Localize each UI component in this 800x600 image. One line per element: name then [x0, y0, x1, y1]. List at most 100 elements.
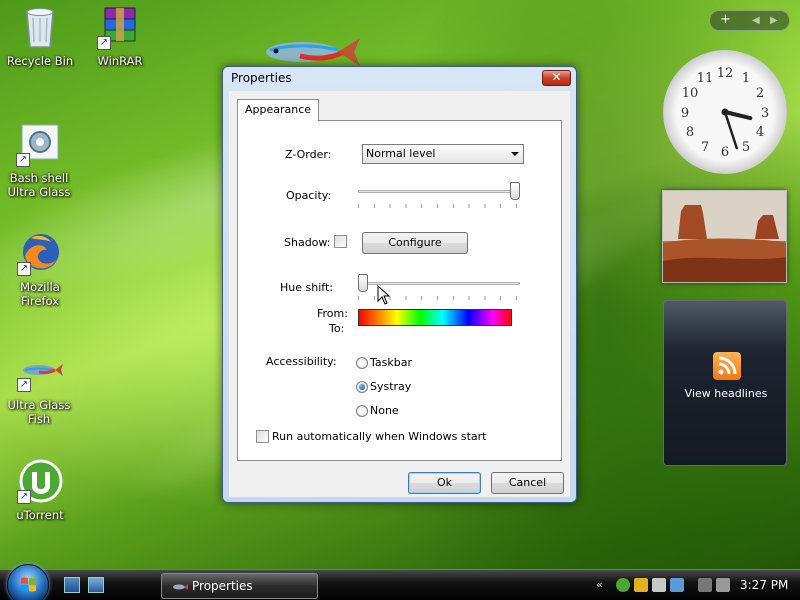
- rss-feed-icon: [713, 352, 741, 380]
- clock-face: 12 12 345 678 91011: [681, 66, 769, 160]
- fish-icon: [173, 584, 188, 590]
- svg-text:7: 7: [701, 140, 709, 155]
- ok-button[interactable]: Ok: [408, 472, 481, 494]
- zorder-label: Z-Order:: [285, 148, 332, 161]
- chevron-down-icon: [511, 152, 519, 156]
- clock-time[interactable]: 3:27 PM: [740, 578, 788, 592]
- autorun-checkbox[interactable]: [256, 430, 269, 443]
- svg-text:4: 4: [756, 125, 764, 140]
- show-desktop-icon[interactable]: [64, 577, 80, 593]
- svg-text:9: 9: [681, 106, 689, 121]
- desktop-icon-label: Mozilla Firefox: [20, 280, 60, 308]
- svg-text:8: 8: [686, 125, 694, 140]
- desktop-icon-bash-shell[interactable]: ↗ Bash shell Ultra Glass: [0, 121, 78, 199]
- feed-headlines-gadget[interactable]: View headlines: [663, 300, 787, 466]
- opacity-label: Opacity:: [286, 189, 332, 202]
- utorrent-tray-icon[interactable]: [616, 578, 630, 592]
- clock-hour-hand: [723, 110, 753, 121]
- svg-text:5: 5: [742, 140, 750, 155]
- shortcut-arrow-icon: ↗: [17, 378, 31, 392]
- radio-taskbar[interactable]: [356, 357, 368, 369]
- volume-muted-icon[interactable]: [716, 578, 730, 592]
- taskbar-button-properties[interactable]: Properties: [161, 573, 318, 599]
- from-label: From:: [317, 307, 348, 320]
- desktop-icon-recycle-bin[interactable]: Recycle Bin: [0, 4, 80, 68]
- appearance-panel: Z-Order: Normal level Opacity: Shadow: C…: [237, 120, 562, 461]
- shadow-label: Shadow:: [284, 236, 331, 249]
- properties-dialog: Properties ✕ Appearance Z-Order: Normal …: [222, 66, 577, 503]
- mouse-cursor-icon: [377, 285, 391, 305]
- ultra-glass-fish-widget[interactable]: [262, 34, 362, 70]
- tab-appearance[interactable]: Appearance: [237, 99, 320, 121]
- zorder-select[interactable]: Normal level: [362, 144, 524, 164]
- autorun-label: Run automatically when Windows start: [272, 430, 487, 443]
- fish-tray-icon[interactable]: [652, 578, 666, 592]
- close-button[interactable]: ✕: [542, 70, 571, 86]
- svg-text:10: 10: [682, 86, 699, 101]
- svg-text:2: 2: [756, 86, 764, 101]
- desktop-icon-label: WinRAR: [97, 54, 143, 68]
- shortcut-arrow-icon: ↗: [17, 490, 31, 504]
- fish-icon: ↗: [17, 358, 63, 404]
- hue-gradient-preview: [358, 309, 512, 326]
- system-tray: « 3:27 PM: [590, 570, 800, 600]
- dialog-client-area: Appearance Z-Order: Normal level Opacity…: [229, 91, 570, 497]
- from-gradient: [359, 310, 511, 318]
- cancel-button[interactable]: Cancel: [491, 472, 564, 494]
- add-gadget-icon[interactable]: +: [720, 12, 731, 27]
- taskbar-button-label: Properties: [192, 579, 253, 593]
- accessibility-label: Accessibility:: [266, 355, 337, 368]
- clock-minute-hand: [723, 110, 738, 150]
- to-gradient: [359, 317, 511, 325]
- clock-gadget[interactable]: 12 1 2 345 678 9 10 11: [663, 50, 787, 174]
- desktop-icon-label: Bash shell Ultra Glass: [7, 171, 71, 199]
- shortcut-arrow-icon: ↗: [17, 262, 31, 276]
- dialog-title: Properties: [231, 71, 292, 85]
- radio-systray-label: Systray: [370, 380, 412, 393]
- start-button[interactable]: [7, 564, 49, 600]
- radio-systray[interactable]: [356, 381, 368, 393]
- switch-windows-icon[interactable]: [88, 577, 104, 593]
- svg-text:12: 12: [717, 66, 734, 81]
- utorrent-icon: ↗: [17, 458, 63, 504]
- hue-shift-label: Hue shift:: [280, 281, 333, 294]
- configure-button[interactable]: Configure: [362, 232, 468, 254]
- bash-shell-icon: ↗: [16, 121, 62, 167]
- next-page-icon[interactable]: ▶: [770, 15, 778, 26]
- desktop-icon-firefox[interactable]: ↗ Mozilla Firefox: [0, 230, 80, 308]
- shortcut-arrow-icon: ↗: [16, 153, 30, 167]
- to-label: To:: [329, 322, 345, 335]
- sidebar-controls: + ◀ ▶: [709, 10, 790, 31]
- desktop-icon-winrar[interactable]: ↗ WinRAR: [80, 4, 160, 68]
- slideshow-gadget[interactable]: [662, 190, 787, 283]
- shortcut-arrow-icon: ↗: [97, 36, 111, 50]
- opacity-slider-thumb[interactable]: [510, 182, 520, 200]
- radio-none-label: None: [370, 404, 399, 417]
- desktop-icon-label: uTorrent: [16, 508, 64, 522]
- firefox-icon: ↗: [17, 230, 63, 276]
- svg-text:1: 1: [742, 71, 750, 86]
- shadow-checkbox[interactable]: [334, 235, 347, 248]
- show-hidden-icons-icon[interactable]: «: [596, 578, 610, 592]
- winrar-icon: ↗: [97, 4, 143, 50]
- desktop-icon-utorrent[interactable]: ↗ uTorrent: [0, 458, 80, 522]
- zorder-value: Normal level: [366, 147, 436, 160]
- svg-text:11: 11: [697, 71, 714, 86]
- radio-taskbar-label: Taskbar: [370, 356, 412, 369]
- windows-logo-icon: [21, 577, 36, 592]
- dialog-title-bar[interactable]: Properties ✕: [223, 67, 576, 91]
- radio-none[interactable]: [356, 405, 368, 417]
- desktop-icon-ultra-glass-fish[interactable]: ↗ Ultra Glass Fish: [0, 358, 80, 426]
- opacity-slider-ticks: [358, 204, 518, 208]
- hue-shift-slider-thumb[interactable]: [358, 274, 368, 292]
- svg-text:6: 6: [721, 145, 729, 160]
- network-icon[interactable]: [698, 578, 712, 592]
- previous-page-icon[interactable]: ◀: [752, 15, 760, 26]
- desktop-icon-label: Recycle Bin: [6, 54, 74, 68]
- svg-text:3: 3: [761, 106, 769, 121]
- view-headlines-label[interactable]: View headlines: [664, 387, 788, 400]
- opacity-slider-track[interactable]: [358, 190, 520, 193]
- security-shield-icon[interactable]: [634, 578, 648, 592]
- monument-valley-photo: [663, 191, 786, 282]
- tray-app-icon[interactable]: [670, 578, 684, 592]
